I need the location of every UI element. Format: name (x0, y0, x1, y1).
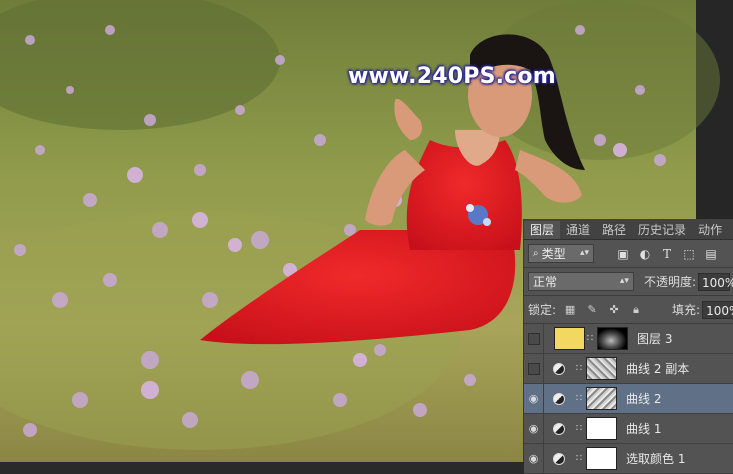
hidden-box-icon (527, 332, 540, 345)
layer-mask-thumbnail (586, 417, 617, 440)
shape-filter-icon[interactable]: ⬚ (682, 247, 696, 261)
eye-icon: ◉ (528, 452, 539, 465)
blend-mode-value: 正常 (533, 275, 558, 289)
text-filter-icon[interactable]: T (660, 247, 674, 261)
link-icon: ∷ (575, 423, 583, 434)
visibility-toggle[interactable] (524, 354, 544, 383)
eye-icon: ◉ (528, 392, 539, 405)
adjustment-circle-icon (553, 422, 565, 435)
hidden-box-icon (527, 362, 540, 375)
blend-mode-select[interactable]: 正常 ▴▾ (528, 272, 634, 291)
layer-row-curves2-copy[interactable]: ∷ 曲线 2 副本 (524, 354, 733, 384)
watermark-text: www.240PS.com (348, 64, 556, 89)
tab-actions[interactable]: 动作 (692, 221, 728, 239)
adjustment-circle-icon (553, 452, 565, 465)
layer-name: 曲线 2 (626, 392, 662, 406)
layer-thumbnail (554, 327, 585, 350)
layer-mask-thumbnail (586, 357, 617, 380)
adjustment-circle-icon (553, 362, 565, 375)
adjustment-layer-icon (544, 362, 574, 375)
lock-all-icon[interactable]: 🔒︎ (630, 303, 642, 316)
layer-mask-thumbnail (586, 447, 617, 470)
adjustment-circle-icon (553, 392, 565, 405)
eye-icon: ◉ (528, 422, 539, 435)
lock-move-icon[interactable]: ✜ (608, 303, 620, 316)
fill-label: 填充: (672, 303, 701, 317)
visibility-toggle[interactable] (524, 324, 544, 353)
filter-kind-label: 类型 (541, 247, 566, 261)
link-icon: ∷ (575, 363, 583, 374)
blend-row: 正常 ▴▾ 不透明度: 100% (524, 268, 733, 295)
chevron-updown-icon: ▴▾ (579, 248, 589, 258)
lock-label: 锁定: (528, 303, 557, 317)
filter-kind-select[interactable]: ⌕ 类型 ▴▾ (528, 244, 594, 263)
link-icon: ∷ (575, 453, 583, 464)
layer-mask-thumbnail (597, 327, 628, 350)
layer-mask-thumbnail (586, 387, 617, 410)
fill-input[interactable]: 100% (702, 300, 733, 319)
layer-name: 曲线 1 (626, 422, 662, 436)
lock-transparent-icon[interactable]: ▦ (564, 303, 576, 316)
layer-name: 选取颜色 1 (626, 452, 686, 466)
layer-name: 图层 3 (637, 332, 673, 346)
layer-row-curves2[interactable]: ◉ ∷ 曲线 2 (524, 384, 733, 414)
search-icon: ⌕ (533, 248, 539, 259)
adjustment-layer-icon (544, 452, 574, 465)
tab-paths[interactable]: 路径 (596, 221, 632, 239)
chevron-updown-icon: ▴▾ (619, 276, 629, 286)
panel-tabs: 图层 通道 路径 历史记录 动作 (524, 219, 733, 240)
smart-object-filter-icon[interactable]: ▤ (704, 247, 718, 261)
filter-icons: ▣ ◐ T ⬚ ▤ (616, 247, 718, 261)
opacity-label: 不透明度: (643, 275, 696, 289)
tab-history[interactable]: 历史记录 (632, 221, 692, 239)
link-icon: ∷ (575, 393, 583, 404)
layer-row-layer3[interactable]: ∷ 图层 3 (524, 324, 733, 354)
link-icon: ∷ (586, 333, 594, 344)
visibility-toggle[interactable]: ◉ (524, 384, 544, 413)
adjustment-layer-icon (544, 392, 574, 405)
lock-row: 锁定: ▦ ✎ ✜ 🔒︎ 填充: 100% (524, 296, 733, 323)
adjustment-filter-icon[interactable]: ◐ (638, 247, 652, 261)
adjustment-layer-icon (544, 422, 574, 435)
visibility-toggle[interactable]: ◉ (524, 444, 544, 473)
visibility-toggle[interactable]: ◉ (524, 414, 544, 443)
layer-row-curves1[interactable]: ◉ ∷ 曲线 1 (524, 414, 733, 444)
layers-panel: 图层 通道 路径 历史记录 动作 ⌕ 类型 ▴▾ ▣ ◐ T ⬚ ▤ 正常 ▴▾… (523, 219, 733, 474)
lock-icons: ▦ ✎ ✜ 🔒︎ (564, 303, 642, 317)
filter-row: ⌕ 类型 ▴▾ ▣ ◐ T ⬚ ▤ (524, 240, 733, 267)
layer-row-selective-color1[interactable]: ◉ ∷ 选取颜色 1 (524, 444, 733, 474)
lock-brush-icon[interactable]: ✎ (586, 303, 598, 316)
tab-layers[interactable]: 图层 (524, 221, 561, 239)
image-filter-icon[interactable]: ▣ (616, 247, 630, 261)
opacity-input[interactable]: 100% (698, 272, 733, 291)
layer-name: 曲线 2 副本 (626, 362, 690, 376)
tab-channels[interactable]: 通道 (560, 221, 596, 239)
